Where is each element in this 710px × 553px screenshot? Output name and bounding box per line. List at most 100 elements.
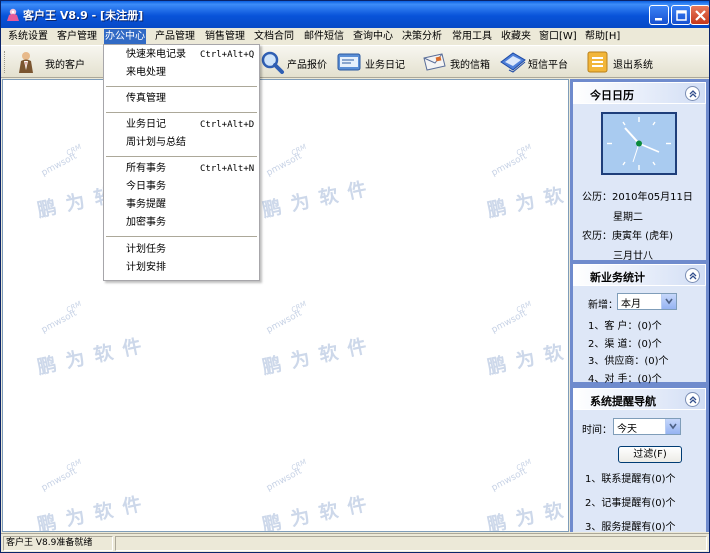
menu-common-tools[interactable]: 常用工具 <box>451 29 493 44</box>
menu-item-task-reminder[interactable]: 事务提醒 <box>104 196 259 214</box>
menu-separator <box>106 156 257 157</box>
menu-item-planned-tasks[interactable]: 计划任务 <box>104 241 259 259</box>
chevron-up-icon <box>689 90 697 98</box>
toolbar-label: 产品报价 <box>287 60 327 71</box>
menu-office-center[interactable]: 办公中心 <box>104 29 146 44</box>
sms-icon <box>500 52 526 73</box>
toolbar-business-journal-button[interactable]: 业务日记 <box>336 49 412 75</box>
menu-decision-analysis[interactable]: 决策分析 <box>401 29 443 44</box>
magnifier-icon <box>261 51 284 74</box>
close-icon <box>695 10 706 21</box>
analog-clock <box>601 112 677 175</box>
toolbar-sms-platform-button[interactable]: 短信平台 <box>499 49 575 75</box>
menu-help[interactable]: 帮助[H] <box>584 29 621 44</box>
minimize-button[interactable] <box>649 5 669 25</box>
menu-mail-sms[interactable]: 邮件短信 <box>303 29 345 44</box>
menu-customer-management[interactable]: 客户管理 <box>56 29 98 44</box>
menu-bar: 系统设置 客户管理 办公中心 产品管理 销售管理 文档合同 邮件短信 查询中心 … <box>1 28 709 45</box>
collapse-button[interactable] <box>685 268 700 283</box>
app-logo-icon <box>7 8 19 21</box>
menu-favorites[interactable]: 收藏夹 <box>500 29 532 44</box>
new-label: 新增： <box>588 300 618 311</box>
panel-title: 系统提醒导航 <box>590 395 656 408</box>
toolbar-my-mailbox-button[interactable]: 我的信箱 <box>421 49 495 75</box>
toolbar-label: 我的客户 <box>45 60 85 71</box>
menu-item-fax-management[interactable]: 传真管理 <box>104 90 259 108</box>
menu-item-all-tasks[interactable]: 所有事务 Ctrl+Alt+N <box>104 160 259 178</box>
service-reminders: 3、服务提醒有(0)个 <box>585 522 676 533</box>
menu-system-settings[interactable]: 系统设置 <box>7 29 49 44</box>
time-label: 时间： <box>582 425 612 436</box>
exit-icon <box>587 51 608 73</box>
lunar-year: 农历：庚寅年 (虎年) <box>582 231 673 242</box>
menu-item-weekly-plan[interactable]: 周计划与总结 <box>104 134 259 152</box>
close-button[interactable] <box>690 5 709 25</box>
calendar-panel-header[interactable]: 今日日历 <box>573 82 706 104</box>
dropdown-arrow <box>661 294 676 309</box>
lunar-day: 三月廿八 <box>613 251 653 262</box>
chevron-up-icon <box>689 272 697 280</box>
workspace[interactable]: CRM pmwsoft 鹏为软件 CRM pmwsoft 鹏为软件 CRM pm… <box>2 79 569 532</box>
office-center-dropdown: 快速来电记录 Ctrl+Alt+Q 来电处理 传真管理 业务日记 Ctrl+Al… <box>103 44 260 281</box>
journal-icon <box>337 53 361 71</box>
stat-channels: 2、渠 道：(0)个 <box>588 339 662 350</box>
collapse-button[interactable] <box>685 86 700 101</box>
toolbar-label: 退出系统 <box>613 60 653 71</box>
panel-title: 新业务统计 <box>590 271 645 284</box>
customer-icon <box>19 52 33 73</box>
menu-sales-management[interactable]: 销售管理 <box>204 29 246 44</box>
mailbox-icon <box>423 53 446 71</box>
maximize-icon <box>676 10 687 21</box>
maximize-button[interactable] <box>671 5 691 25</box>
status-bar: 客户王 V8.9准备就绪 <box>1 533 709 552</box>
chevron-up-icon <box>689 396 697 404</box>
new-business-panel-header[interactable]: 新业务统计 <box>573 264 706 286</box>
menu-item-call-handling[interactable]: 来电处理 <box>104 64 259 82</box>
period-select[interactable]: 本月 <box>617 293 677 310</box>
stat-customers: 1、客 户：(0)个 <box>588 321 662 332</box>
toolbar-exit-system-button[interactable]: 退出系统 <box>586 49 666 75</box>
menu-documents-contracts[interactable]: 文档合同 <box>253 29 295 44</box>
menu-separator <box>106 236 257 237</box>
status-text: 客户王 V8.9准备就绪 <box>3 536 113 551</box>
weekday: 星期二 <box>613 212 643 223</box>
panel-title: 今日日历 <box>590 89 634 102</box>
stat-competitors: 4、对 手：(0)个 <box>588 374 662 385</box>
collapse-button[interactable] <box>685 392 700 407</box>
reminder-nav-panel: 系统提醒导航 时间： 今天 过滤(F) 1、联系提醒有(0)个 2、记事提醒有(… <box>573 388 706 533</box>
toolbar-label: 我的信箱 <box>450 60 490 71</box>
toolbar-label: 业务日记 <box>365 60 405 71</box>
chevron-down-icon <box>669 423 677 430</box>
filter-button[interactable]: 过滤(F) <box>618 446 682 463</box>
menu-window[interactable]: 窗口[W] <box>538 29 578 44</box>
solar-date: 公历：2010年05月11日 <box>582 192 693 203</box>
title-bar[interactable]: 客户王 V8.9 - [未注册] <box>1 1 709 28</box>
menu-query-center[interactable]: 查询中心 <box>352 29 394 44</box>
menu-item-business-journal[interactable]: 业务日记 Ctrl+Alt+D <box>104 116 259 134</box>
note-reminders: 2、记事提醒有(0)个 <box>585 498 676 509</box>
reminder-nav-panel-header[interactable]: 系统提醒导航 <box>573 388 706 410</box>
chevron-down-icon <box>665 298 673 305</box>
menu-product-management[interactable]: 产品管理 <box>154 29 196 44</box>
time-select[interactable]: 今天 <box>613 418 681 435</box>
menu-separator <box>106 112 257 113</box>
stat-suppliers: 3、供应商：(0)个 <box>588 356 669 367</box>
toolbar-label: 短信平台 <box>528 60 568 71</box>
menu-separator <box>106 86 257 87</box>
toolbar-product-quote-button[interactable]: 产品报价 <box>259 49 331 75</box>
menu-item-encrypted-tasks[interactable]: 加密事务 <box>104 214 259 232</box>
menu-item-quick-call-log[interactable]: 快速来电记录 Ctrl+Alt+Q <box>104 46 259 64</box>
dropdown-arrow <box>665 419 680 434</box>
clock-icon <box>603 114 675 173</box>
new-business-panel: 新业务统计 新增： 本月 1、客 户：(0)个 2、渠 道：(0)个 3、供应商… <box>573 264 706 385</box>
right-sidebar: 今日日历 公历：2010年05月11日 星期二 农历：庚寅年 (虎年) 三月廿八… <box>570 79 709 533</box>
minimize-icon <box>655 18 662 21</box>
main-window: 客户王 V8.9 - [未注册] 系统设置 客户管理 办公中心 产品管理 销售管… <box>0 0 710 553</box>
toolbar-my-customers-button[interactable]: 我的客户 <box>13 49 93 75</box>
toolbar-grip[interactable] <box>4 51 7 73</box>
calendar-panel: 今日日历 公历：2010年05月11日 星期二 农历：庚寅年 (虎年) 三月廿八 <box>573 82 706 262</box>
window-title: 客户王 V8.9 - [未注册] <box>23 9 144 22</box>
menu-item-today-tasks[interactable]: 今日事务 <box>104 178 259 196</box>
menu-item-schedule[interactable]: 计划安排 <box>104 259 259 277</box>
status-panel <box>115 536 707 551</box>
